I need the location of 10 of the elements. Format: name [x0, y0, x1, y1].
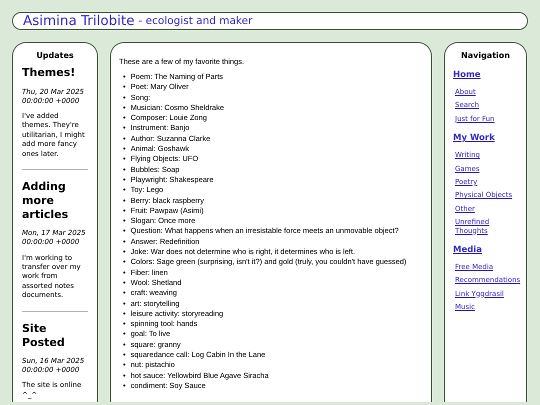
nav-section-link[interactable]: Home	[453, 70, 518, 80]
site-title: Asimina Trilobite	[23, 13, 135, 29]
post-title: Site Posted	[22, 322, 66, 350]
nav-section-link[interactable]: Media	[453, 244, 518, 255]
site-subtitle: - ecologist and maker	[138, 15, 252, 27]
panel-heading: Navigation	[460, 51, 511, 60]
nav-section-link[interactable]: My Work	[453, 133, 518, 144]
post-title: Themes!	[22, 66, 76, 80]
post-title: Adding more articles	[22, 180, 70, 222]
panel-heading: Updates	[35, 51, 75, 60]
